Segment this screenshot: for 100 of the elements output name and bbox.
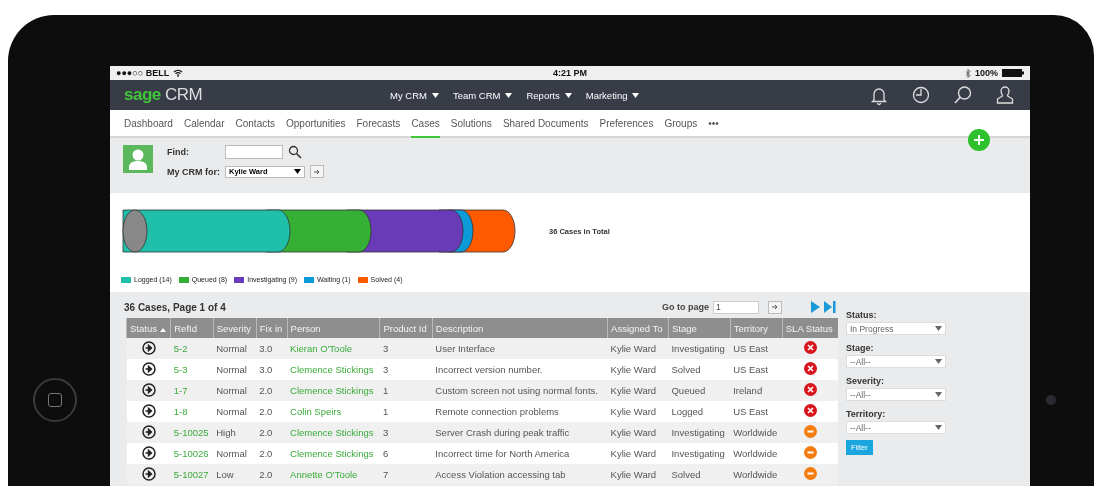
menu-dropdown[interactable]: Reports xyxy=(526,89,572,101)
wifi-icon xyxy=(173,69,184,77)
filter-label: Territory: xyxy=(846,409,887,419)
table-cell: 6 xyxy=(380,443,433,464)
nav-tab[interactable]: Opportunities xyxy=(286,110,346,138)
arrow-right-icon xyxy=(771,304,779,310)
battery-percent: 100% xyxy=(975,68,998,78)
table-cell: Solved xyxy=(668,464,731,485)
camera-icon xyxy=(1046,395,1056,405)
filter-select[interactable]: --All-- xyxy=(846,355,946,368)
nav-tab[interactable]: Dashboard xyxy=(124,110,173,138)
table-cell[interactable]: 5-10027 xyxy=(170,464,214,485)
table-cell[interactable]: Clemence Stickings xyxy=(287,359,380,380)
next-page-icon[interactable] xyxy=(811,301,820,313)
table-cell: Server Crash during peak traffic xyxy=(432,422,608,443)
table-cell[interactable]: Annette O'Toole xyxy=(287,464,380,485)
column-header[interactable]: SLA Status xyxy=(782,318,838,338)
clock-icon[interactable] xyxy=(910,84,932,106)
column-header[interactable]: Fix in xyxy=(256,318,288,338)
arrow-circle-icon[interactable] xyxy=(141,361,156,376)
find-label: Find: xyxy=(167,147,190,157)
page-input[interactable]: 1 xyxy=(713,300,759,314)
arrow-circle-icon[interactable] xyxy=(141,445,156,460)
arrow-circle-icon[interactable] xyxy=(141,466,156,481)
nav-tab[interactable]: Calendar xyxy=(183,110,225,138)
arrow-circle-icon[interactable] xyxy=(141,403,156,418)
nav-tab[interactable]: Groups xyxy=(664,110,698,138)
table-cell: Normal xyxy=(213,380,257,401)
nav-tab[interactable]: ••• xyxy=(708,110,719,138)
home-button[interactable] xyxy=(33,378,77,422)
find-input[interactable] xyxy=(225,145,283,159)
filter-label: Status: xyxy=(846,310,878,320)
table-cell[interactable]: Clemence Stickings xyxy=(287,380,380,401)
battery-icon xyxy=(1002,69,1024,77)
menu-dropdown[interactable]: Team CRM xyxy=(452,89,513,101)
search-icon[interactable] xyxy=(952,84,974,106)
table-cell[interactable]: 5-10025 xyxy=(170,422,214,443)
column-header[interactable]: Territory xyxy=(730,318,783,338)
filter-select[interactable]: --All-- xyxy=(846,388,946,401)
column-header[interactable]: Product Id xyxy=(380,318,433,338)
nav-tab[interactable]: Preferences xyxy=(599,110,654,138)
arrow-circle-icon[interactable] xyxy=(141,424,156,439)
my-crm-for-label: My CRM for: xyxy=(167,166,220,177)
column-header[interactable]: Assigned To xyxy=(607,318,669,338)
table-cell: 2.0 xyxy=(256,443,288,464)
table-cell: Ireland xyxy=(730,380,783,401)
caret-icon xyxy=(294,169,301,174)
table-cell: 2.0 xyxy=(256,380,288,401)
nav-tab[interactable]: Forecasts xyxy=(356,110,401,138)
table-cell[interactable]: Clemence Stickings xyxy=(287,422,380,443)
user-icon[interactable] xyxy=(994,84,1016,106)
table-cell[interactable]: Kieran O'Toole xyxy=(287,338,380,359)
table-cell: 1 xyxy=(380,380,433,401)
column-header[interactable]: Person xyxy=(287,318,380,338)
table-cell: Queued xyxy=(668,380,731,401)
menu-dropdown[interactable]: Marketing xyxy=(585,89,640,101)
column-header[interactable]: Status xyxy=(126,318,171,338)
arrow-circle-icon[interactable] xyxy=(141,382,156,397)
table-cell[interactable]: 5-3 xyxy=(170,359,214,380)
table-cell[interactable]: 1-8 xyxy=(170,401,214,422)
carrier-label: ●●●○○ BELL xyxy=(116,68,170,78)
bluetooth-icon xyxy=(965,68,971,78)
filter-label: Stage: xyxy=(846,343,875,353)
table-cell: Logged xyxy=(668,401,731,422)
table-cell: User Interface xyxy=(432,338,608,359)
table-cell[interactable]: 5-10026 xyxy=(170,443,214,464)
caret-icon xyxy=(935,392,942,397)
table-cell[interactable]: 1-7 xyxy=(170,380,214,401)
table-cell[interactable]: Clemence Stickings xyxy=(287,443,380,464)
filter-select[interactable]: In Progress xyxy=(846,322,946,335)
table-cell: Kylie Ward xyxy=(607,401,669,422)
last-page-icon[interactable] xyxy=(824,301,836,313)
table-cell: Investigating xyxy=(668,443,731,464)
filter-select[interactable]: --All-- xyxy=(846,421,946,434)
go-button[interactable] xyxy=(310,165,324,178)
table-cell: 3.0 xyxy=(256,338,288,359)
table-cell: Normal xyxy=(213,338,257,359)
nav-tab[interactable]: Contacts xyxy=(235,110,275,138)
nav-tab[interactable]: Shared Documents xyxy=(502,110,589,138)
table-cell: Remote connection problems xyxy=(432,401,608,422)
table-cell: Kylie Ward xyxy=(607,422,669,443)
table-cell[interactable]: Colin Speirs xyxy=(287,401,380,422)
column-header[interactable]: Stage xyxy=(668,318,731,338)
table-cell: Kylie Ward xyxy=(607,359,669,380)
column-header[interactable]: Severity xyxy=(213,318,257,338)
arrow-circle-icon[interactable] xyxy=(141,340,156,355)
caret-icon xyxy=(935,326,942,331)
table-cell: Normal xyxy=(213,401,257,422)
nav-tab[interactable]: Solutions xyxy=(450,110,492,138)
table-cell: Low xyxy=(213,464,257,485)
table-cell: Custom screen not using normal fonts. xyxy=(432,380,608,401)
column-header[interactable]: RefId xyxy=(170,318,214,338)
table-cell: Incorrect version number. xyxy=(432,359,608,380)
table-cell: Normal xyxy=(213,359,257,380)
filter-label: Severity: xyxy=(846,376,886,386)
table-cell[interactable]: 5-2 xyxy=(170,338,214,359)
menu-dropdown[interactable]: My CRM xyxy=(390,89,439,101)
table-cell: US East xyxy=(730,359,783,380)
column-header[interactable]: Description xyxy=(432,318,608,338)
search-icon[interactable] xyxy=(288,145,302,159)
